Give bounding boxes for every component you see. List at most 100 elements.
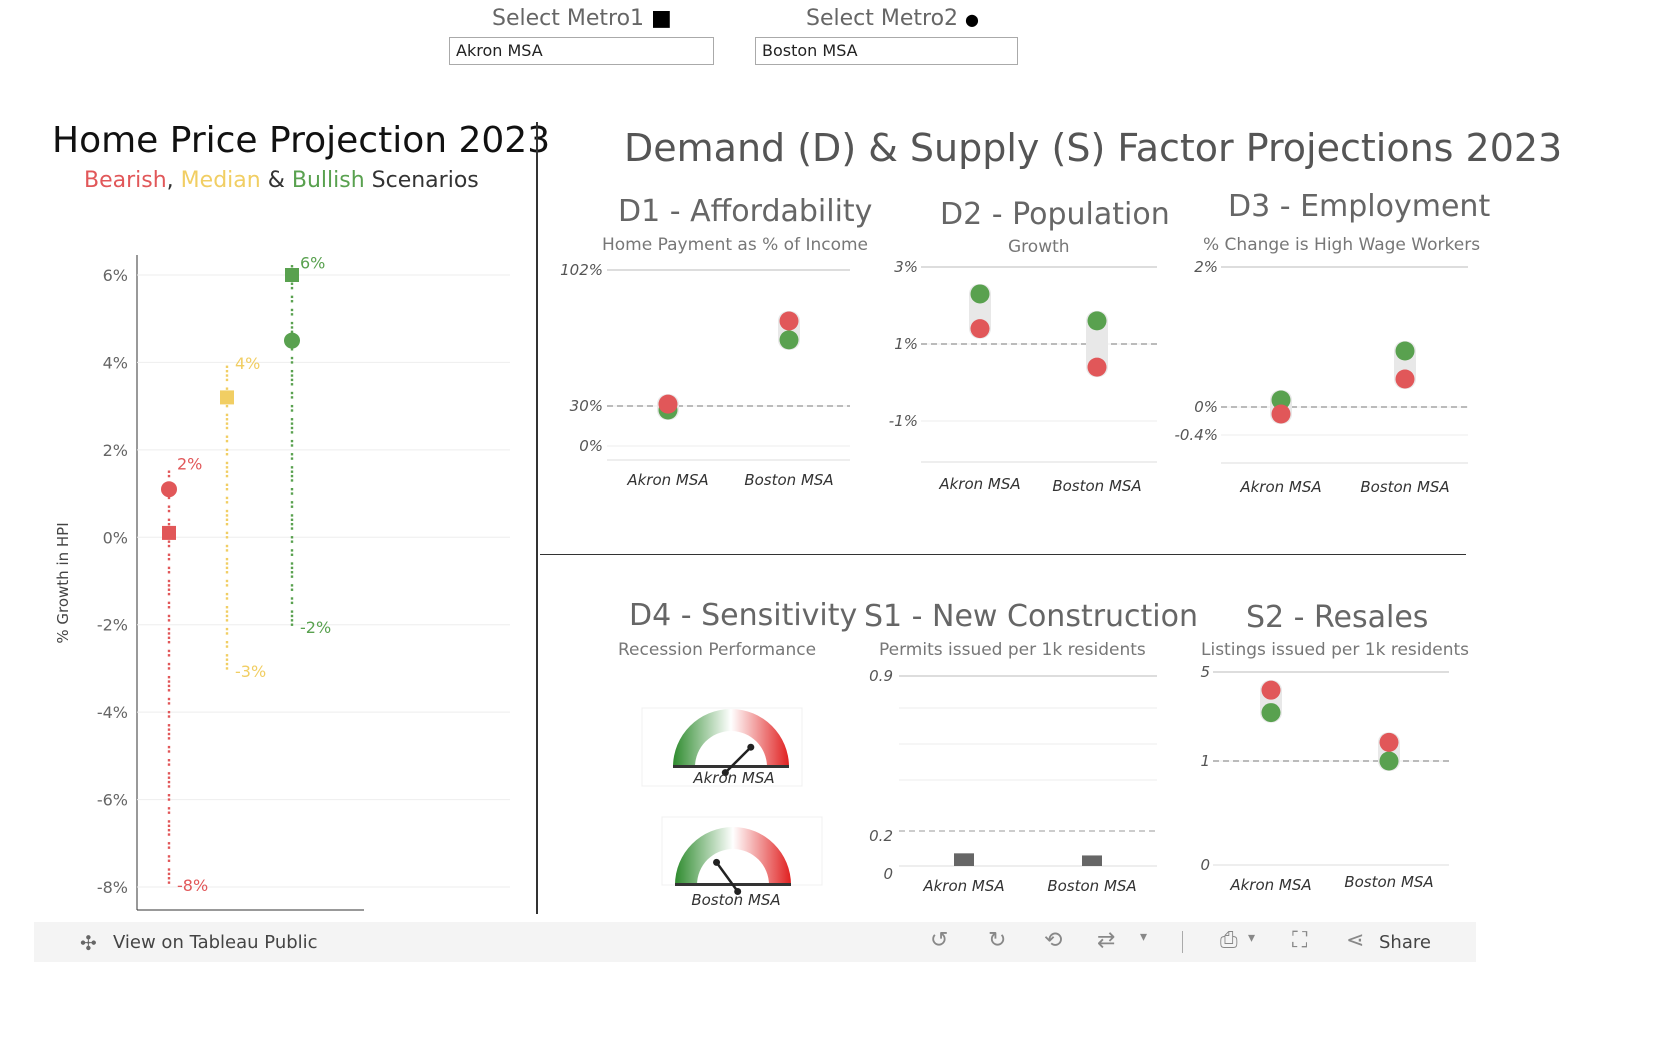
hpi-distribution-dot — [290, 391, 294, 395]
d1-y-tick: 102% — [560, 261, 603, 279]
hpi-distribution-dot — [167, 872, 171, 876]
hpi-distribution-dot — [290, 404, 294, 408]
d3-green-dot — [1395, 341, 1415, 361]
hpi-distribution-dot — [290, 540, 294, 543]
hpi-distribution-dot — [167, 780, 171, 784]
hpi-distribution-dot — [290, 518, 294, 521]
hpi-distribution-dot — [290, 571, 294, 574]
hpi-distribution-dot — [167, 702, 171, 705]
hpi-distribution-dot — [225, 592, 229, 596]
hpi-distribution-dot — [290, 505, 294, 508]
s2-y-tick: 0 — [1200, 856, 1210, 874]
d1-green-dot — [779, 330, 799, 350]
hpi-distribution-dot — [290, 492, 294, 495]
s2-red-dot — [1261, 680, 1281, 700]
download-icon[interactable]: ⎙ — [1220, 928, 1238, 953]
hpi-distribution-dot — [167, 649, 171, 653]
d3-y-tick: 2% — [1194, 258, 1218, 276]
d3-category-label: Akron MSA — [1239, 478, 1321, 496]
hpi-distribution-dot — [290, 326, 294, 329]
hpi-y-label: % Growth in HPI — [54, 522, 72, 643]
hpi-distribution-dot — [167, 715, 171, 718]
hpi-distribution-dot — [290, 501, 294, 504]
hpi-distribution-dot — [225, 658, 229, 661]
hpi-distribution-dot — [167, 632, 171, 635]
d1-y-tick: 0% — [579, 437, 603, 455]
hpi-distribution-dot — [167, 745, 171, 749]
hpi-distribution-dot — [225, 606, 229, 609]
hpi-distribution-dot — [290, 597, 294, 600]
hpi-distribution-dot — [167, 675, 171, 679]
hpi-distribution-dot — [167, 689, 171, 692]
hpi-distribution-dot — [167, 571, 171, 574]
download-dropdown-icon[interactable]: ▾ — [1248, 930, 1255, 946]
hpi-distribution-dot — [167, 724, 171, 727]
fullscreen-icon[interactable]: ⛶ — [1292, 928, 1307, 953]
hpi-distribution-dot — [290, 466, 294, 469]
hpi-distribution-dot — [167, 833, 171, 836]
hpi-distribution-dot — [290, 575, 294, 578]
s1-y-tick: 0.9 — [869, 667, 893, 685]
hpi-metro1-square — [220, 390, 234, 405]
s2-y-tick: 5 — [1200, 663, 1210, 681]
hpi-distribution-dot — [225, 488, 229, 491]
hpi-distribution-dot — [167, 619, 171, 622]
hpi-distribution-dot — [290, 383, 294, 386]
hpi-distribution-dot — [167, 710, 171, 714]
hpi-distribution-dot — [290, 265, 294, 268]
share-icon[interactable]: ⋖ — [1346, 928, 1364, 953]
hpi-distribution-dot — [167, 601, 171, 605]
d1-red-dot — [658, 394, 678, 414]
undo-icon[interactable]: ↺ — [930, 928, 948, 953]
d1-y-tick: 30% — [570, 397, 603, 415]
view-on-tableau-link[interactable]: View on Tableau Public — [113, 932, 318, 953]
hpi-y-tick: -2% — [97, 616, 128, 635]
hpi-distribution-dot — [290, 308, 294, 312]
hpi-distribution-dot — [225, 557, 229, 561]
hpi-distribution-dot — [225, 610, 229, 613]
hpi-distribution-dot — [225, 632, 229, 635]
hpi-distribution-dot — [290, 439, 294, 443]
hpi-distribution-dot — [290, 527, 294, 530]
hpi-distribution-dot — [290, 588, 294, 591]
redo-icon[interactable]: ↻ — [988, 928, 1006, 953]
refresh-icon[interactable]: ⇄ — [1097, 928, 1115, 953]
hpi-distribution-dot — [167, 776, 171, 779]
hpi-distribution-dot — [290, 396, 294, 399]
d2-red-dot — [1087, 357, 1107, 377]
d4-gauge-arc — [675, 827, 791, 885]
hpi-y-tick: -6% — [97, 791, 128, 810]
hpi-distribution-dot — [225, 387, 229, 390]
hpi-distribution-dot — [225, 422, 229, 425]
hpi-distribution-dot — [167, 662, 171, 666]
hpi-distribution-dot — [225, 579, 229, 583]
toolbar-separator — [1182, 931, 1183, 953]
tableau-logo-icon: ✣ — [80, 931, 97, 955]
d1-category-label: Akron MSA — [626, 471, 708, 489]
hpi-min-label: -8% — [177, 876, 208, 895]
hpi-distribution-dot — [167, 763, 171, 766]
hpi-y-tick: 6% — [103, 266, 128, 285]
hpi-y-tick: 4% — [103, 353, 128, 372]
hpi-distribution-dot — [225, 619, 229, 622]
hpi-distribution-dot — [167, 474, 171, 478]
hpi-distribution-dot — [225, 654, 229, 657]
revert-icon[interactable]: ⟲ — [1044, 928, 1062, 953]
hpi-distribution-dot — [290, 409, 294, 412]
s1-category-label: Akron MSA — [922, 877, 1004, 895]
hpi-distribution-dot — [167, 579, 171, 583]
hpi-distribution-dot — [167, 614, 171, 618]
chevron-down-icon[interactable]: ▾ — [1140, 929, 1147, 945]
hpi-distribution-dot — [225, 522, 229, 526]
hpi-distribution-dot — [167, 759, 171, 762]
hpi-distribution-dot — [290, 361, 294, 364]
share-button[interactable]: Share — [1379, 932, 1431, 953]
d4-gauge-needle — [715, 861, 739, 893]
hpi-distribution-dot — [167, 584, 171, 587]
hpi-distribution-dot — [167, 654, 171, 657]
hpi-min-label: -3% — [235, 662, 266, 681]
d3-y-tick: -0.4% — [1174, 426, 1218, 444]
hpi-distribution-dot — [225, 470, 229, 473]
hpi-distribution-dot — [167, 877, 171, 880]
hpi-distribution-dot — [225, 641, 229, 644]
